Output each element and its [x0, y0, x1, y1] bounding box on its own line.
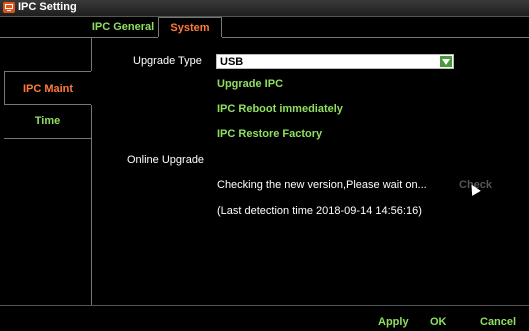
sidebar-item-ipc-maint[interactable]: IPC Maint — [4, 71, 91, 105]
chevron-down-icon[interactable] — [440, 56, 452, 67]
ipc-setting-icon — [3, 2, 15, 13]
upgrade-ipc-button[interactable]: Upgrade IPC — [217, 78, 283, 90]
sidebar-item-time[interactable]: Time — [4, 104, 91, 138]
apply-button[interactable]: Apply — [378, 316, 409, 328]
restore-factory-button[interactable]: IPC Restore Factory — [217, 128, 322, 140]
last-detection-time: (Last detection time 2018-09-14 14:56:16… — [217, 205, 422, 217]
window-title: IPC Setting — [18, 1, 77, 13]
sidebar-divider — [91, 38, 92, 71]
tab-system[interactable]: System — [158, 17, 222, 37]
ok-button[interactable]: OK — [430, 316, 447, 328]
upgrade-type-select[interactable]: USB — [216, 54, 454, 69]
tab-divider — [222, 37, 529, 38]
sidebar-divider — [91, 105, 92, 305]
footer-divider — [0, 305, 529, 306]
title-bar: IPC Setting — [0, 0, 529, 17]
upgrade-status-text: Checking the new version,Please wait on.… — [217, 179, 427, 191]
cancel-button[interactable]: Cancel — [480, 316, 516, 328]
tab-ipc-general[interactable]: IPC General — [88, 17, 158, 37]
upgrade-type-label: Upgrade Type — [133, 55, 202, 67]
reboot-ipc-button[interactable]: IPC Reboot immediately — [217, 103, 343, 115]
sidebar-separator — [4, 138, 91, 139]
online-upgrade-label: Online Upgrade — [127, 154, 205, 166]
upgrade-type-value: USB — [220, 56, 244, 68]
tab-divider — [0, 37, 158, 38]
